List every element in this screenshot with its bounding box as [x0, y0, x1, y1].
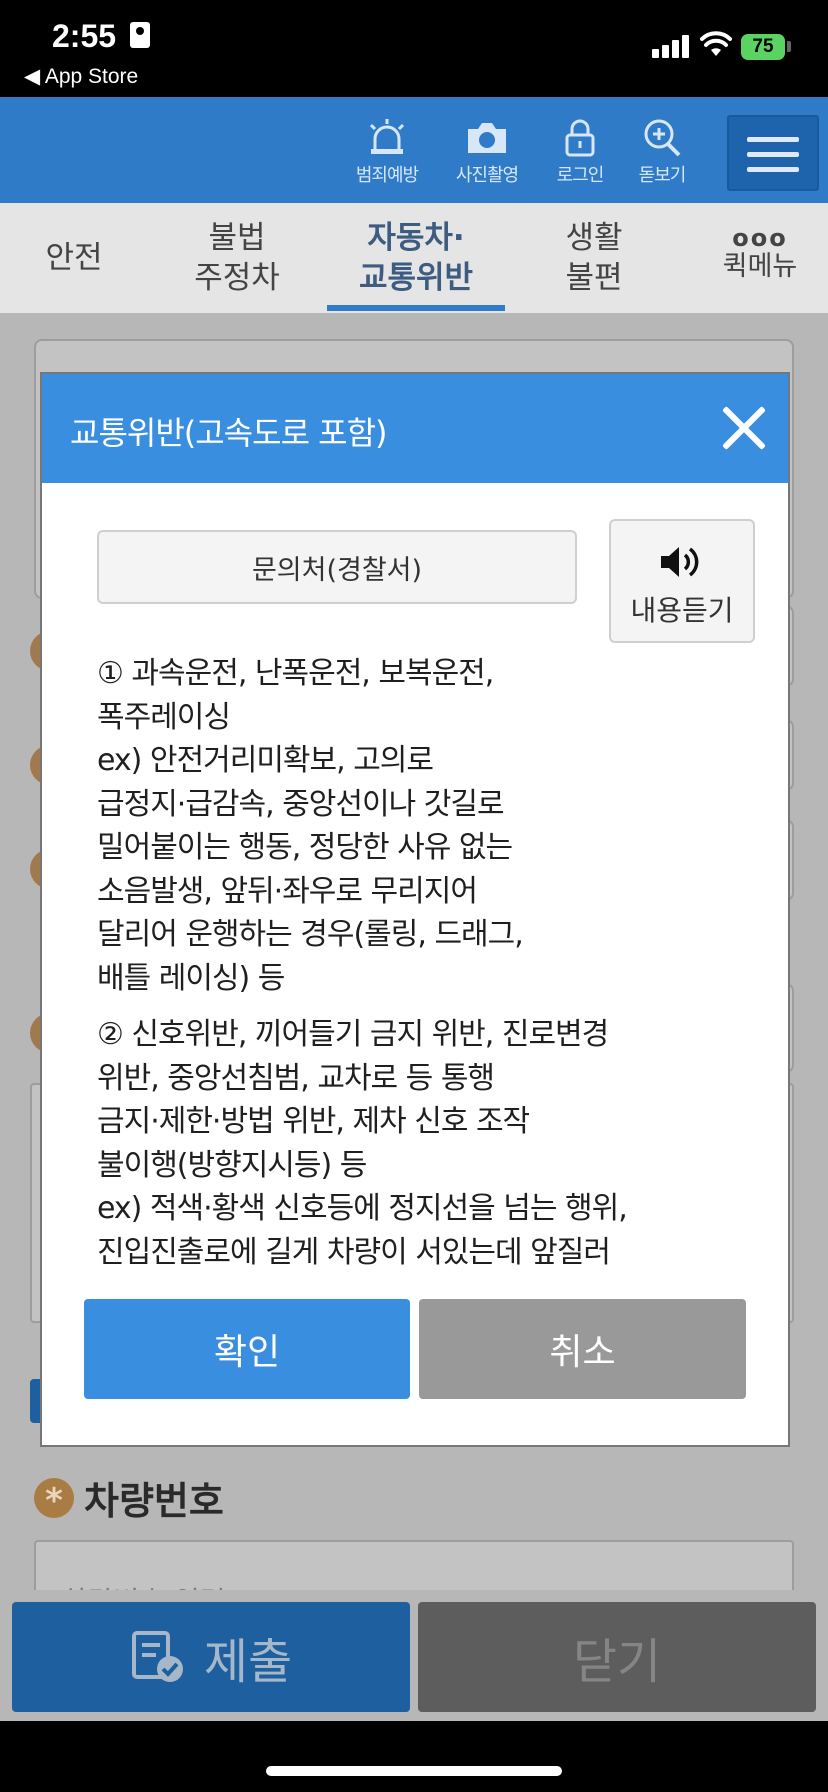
- home-indicator[interactable]: [266, 1766, 562, 1776]
- cancel-button[interactable]: 취소: [419, 1299, 746, 1399]
- close-button[interactable]: 닫기: [418, 1602, 816, 1712]
- wifi-icon: [700, 31, 732, 56]
- tab-traffic-violation[interactable]: 자동차· 교통위반: [327, 203, 505, 313]
- tab-quick-menu[interactable]: ooo 퀵메뉴: [700, 203, 820, 313]
- crime-prevention-label: 범죄예방: [355, 165, 419, 186]
- active-tab-indicator: [327, 305, 505, 311]
- listen-content-label: 내용듣기: [630, 594, 734, 627]
- zoom-icon: [644, 119, 681, 157]
- speaker-icon: [661, 547, 699, 577]
- crime-prevention-button[interactable]: 범죄예방: [342, 117, 432, 197]
- siren-icon: [369, 119, 405, 154]
- submit-button[interactable]: 제출: [12, 1602, 410, 1712]
- category-tabs: 안전 불법 주정차 자동차· 교통위반 생활 불편 ooo 퀵메뉴: [0, 203, 828, 313]
- inquiry-police-station-button[interactable]: 문의처(경찰서): [97, 530, 577, 604]
- required-asterisk-icon: *: [34, 1477, 74, 1521]
- id-card-icon: [130, 22, 150, 48]
- violation-item-2: ② 신호위반, 끼어들기 금지 위반, 진로변경 위반, 중앙선침범, 교차로 …: [97, 1017, 628, 1270]
- bottom-action-bar: 제출 닫기: [0, 1590, 828, 1721]
- magnifier-button[interactable]: 돋보기: [617, 117, 707, 197]
- tab-safety[interactable]: 안전: [14, 203, 134, 313]
- tab-living-inconvenience[interactable]: 생활 불편: [535, 203, 653, 313]
- confirm-button[interactable]: 확인: [84, 1299, 410, 1399]
- dialog-content[interactable]: ① 과속운전, 난폭운전, 보복운전, 폭주레이싱 ex) 안전거리미확보, 고…: [97, 652, 757, 1290]
- listen-content-button[interactable]: 내용듣기: [609, 519, 755, 643]
- photo-capture-label: 사진촬영: [455, 165, 519, 186]
- tab-illegal-parking[interactable]: 불법 주정차: [170, 203, 304, 313]
- battery-tip: [787, 41, 791, 52]
- close-icon[interactable]: [720, 404, 768, 452]
- battery-icon: 75: [741, 34, 785, 60]
- form-check-icon: [131, 1631, 183, 1682]
- magnifier-label: 돋보기: [638, 165, 687, 186]
- plate-number-label: * 차량번호: [34, 1470, 224, 1525]
- traffic-violation-dialog: 교통위반(고속도로 포함) 문의처(경찰서) 내용듣기 ① 과속운전, 난폭운전…: [40, 372, 790, 1447]
- camera-icon: [468, 123, 506, 153]
- home-indicator-area: [0, 1721, 828, 1792]
- login-button[interactable]: 로그인: [535, 117, 625, 197]
- violation-item-1: ① 과속운전, 난폭운전, 보복운전, 폭주레이싱 ex) 안전거리미확보, 고…: [97, 656, 524, 996]
- app-header: 범죄예방 사진촬영 로그인 돋보기: [0, 97, 828, 203]
- status-bar: 2:55 ◀ App Store 75: [0, 0, 828, 97]
- more-dots-icon: ooo: [732, 224, 788, 252]
- login-label: 로그인: [556, 165, 605, 186]
- hamburger-menu-icon[interactable]: [727, 115, 819, 191]
- dialog-title: 교통위반(고속도로 포함): [70, 414, 388, 452]
- back-to-app-store-link[interactable]: ◀ App Store: [24, 64, 138, 89]
- lock-icon: [565, 119, 595, 157]
- cellular-signal-icon: [652, 34, 692, 58]
- dialog-header: 교통위반(고속도로 포함): [42, 374, 788, 483]
- status-time: 2:55: [52, 18, 117, 54]
- photo-capture-button[interactable]: 사진촬영: [442, 117, 532, 197]
